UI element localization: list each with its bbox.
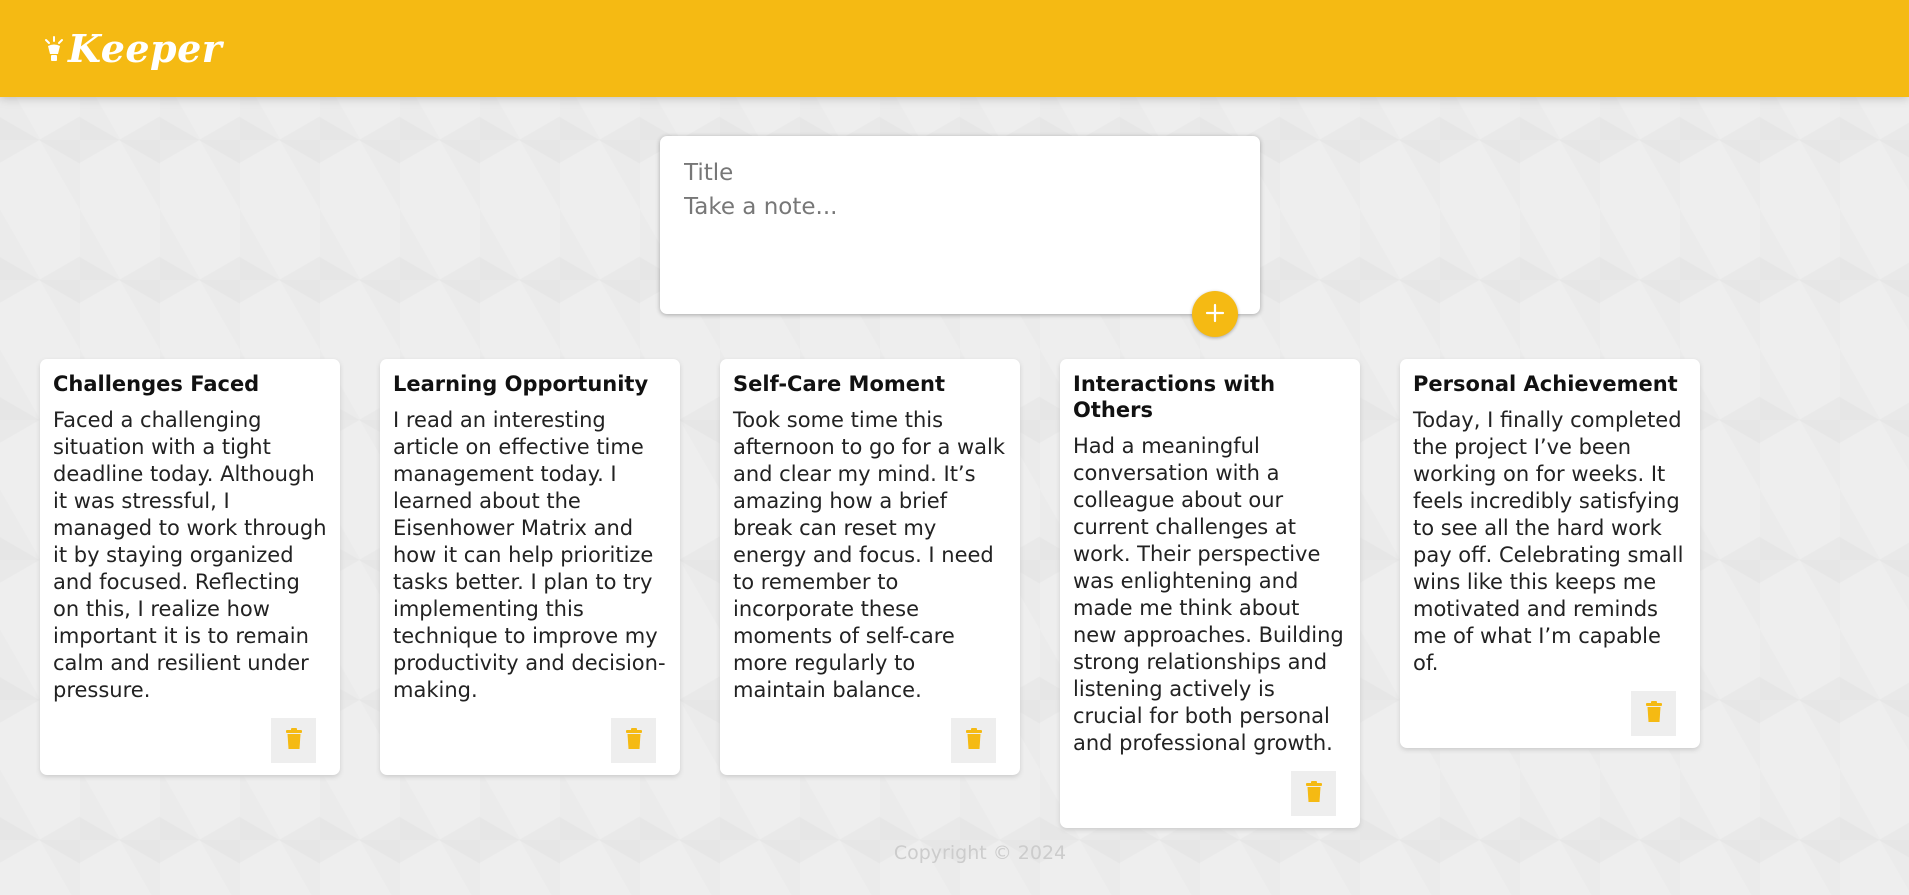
create-note-form — [660, 136, 1260, 314]
delete-note-button[interactable] — [271, 718, 316, 763]
note-card: Self-Care Moment Took some time this aft… — [720, 359, 1020, 775]
delete-note-button[interactable] — [1291, 771, 1336, 816]
note-card: Interactions with Others Had a meaningfu… — [1060, 359, 1360, 828]
lightbulb-icon — [44, 35, 64, 64]
trash-icon — [1305, 781, 1323, 806]
note-content-input[interactable] — [684, 194, 1236, 274]
add-note-button[interactable] — [1192, 291, 1238, 337]
note-title-input[interactable] — [684, 156, 1236, 190]
note-title: Personal Achievement — [1413, 372, 1678, 396]
delete-note-button[interactable] — [611, 718, 656, 763]
app-title: Keeper — [68, 26, 223, 71]
note-card: Learning Opportunity I read an interesti… — [380, 359, 680, 775]
trash-icon — [1645, 701, 1663, 726]
notes-list: Challenges Faced Faced a challenging sit… — [40, 359, 1700, 828]
trash-icon — [965, 728, 983, 753]
note-title: Interactions with Others — [1073, 372, 1276, 422]
note-content: I read an interesting article on effecti… — [393, 408, 666, 702]
plus-icon — [1204, 302, 1226, 327]
footer: Copyright © 2024 — [0, 842, 1909, 864]
trash-icon — [625, 728, 643, 753]
note-title: Challenges Faced — [53, 372, 260, 396]
delete-note-button[interactable] — [951, 718, 996, 763]
note-title: Self-Care Moment — [733, 372, 945, 396]
note-content: Took some time this afternoon to go for … — [733, 408, 1006, 702]
note-card: Personal Achievement Today, I finally co… — [1400, 359, 1700, 748]
note-content: Faced a challenging situation with a tig… — [53, 408, 327, 702]
note-content: Had a meaningful conversation with a col… — [1073, 434, 1344, 755]
copyright-text: Copyright © 2024 — [893, 842, 1067, 864]
note-content: Today, I finally completed the project I… — [1413, 408, 1684, 675]
delete-note-button[interactable] — [1631, 691, 1676, 736]
trash-icon — [285, 728, 303, 753]
note-title: Learning Opportunity — [393, 372, 649, 396]
app-header: Keeper — [0, 0, 1909, 97]
note-card: Challenges Faced Faced a challenging sit… — [40, 359, 340, 775]
brand: Keeper — [44, 26, 222, 71]
